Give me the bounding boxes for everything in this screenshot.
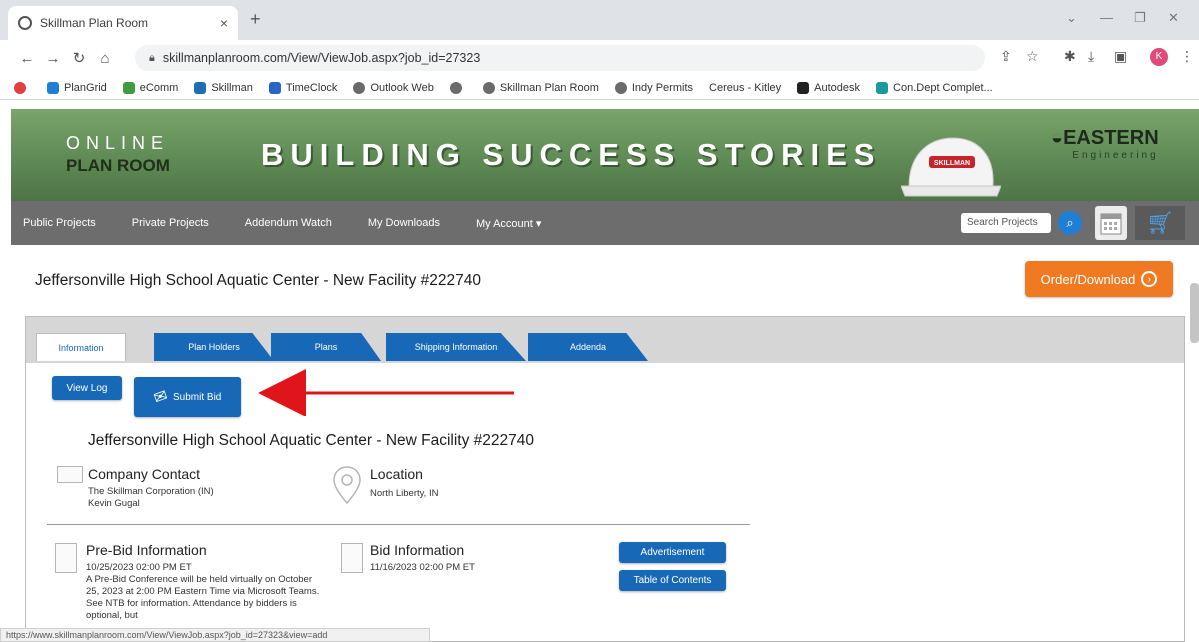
eastern-engineering-logo: ◒EASTERN Engineering [1051, 127, 1159, 161]
restore-button[interactable]: ❐ [1134, 10, 1146, 26]
bookmark-globe[interactable] [449, 81, 467, 94]
advertisement-button[interactable]: Advertisement [619, 542, 726, 563]
nav-my-account[interactable]: My Account ▾ [476, 217, 541, 230]
section-divider [47, 524, 750, 525]
bookmark-outlook-web[interactable]: Outlook Web [353, 81, 434, 94]
search-icon[interactable]: ⌕ [1058, 211, 1082, 235]
browser-toolbar: ← → ↻ ⌂ 🔒︎ skillmanplanroom.com/View/Vie… [0, 40, 1199, 76]
document-icon [341, 543, 363, 573]
location-pin-icon [333, 466, 361, 505]
autodesk-icon [797, 81, 810, 94]
con-dept-icon [876, 81, 889, 94]
hard-hat-icon: SKILLMAN [901, 137, 1001, 197]
calendar-icon[interactable] [1095, 206, 1127, 240]
bookmark-cereus-kitley[interactable]: Cereus - Kitley [709, 82, 781, 94]
globe-icon [449, 81, 462, 94]
online-plan-room-logo[interactable]: ONLINE PLAN ROOM [66, 133, 170, 176]
address-bar[interactable]: 🔒︎ skillmanplanroom.com/View/ViewJob.asp… [135, 45, 985, 71]
banner-slogan: BUILDING SUCCESS STORIES [261, 137, 882, 172]
plangrid-icon [47, 81, 59, 94]
apps-icon[interactable] [14, 81, 31, 94]
profile-avatar[interactable]: K [1150, 48, 1168, 66]
pre-bid-heading: Pre-Bid Information [86, 542, 207, 558]
pre-bid-description: A Pre-Bid Conference will be held virtua… [86, 574, 320, 621]
bookmark-skillman-plan-room[interactable]: Skillman Plan Room [482, 81, 599, 94]
tab-title: Skillman Plan Room [40, 16, 149, 30]
menu-icon[interactable]: ⋮ [1180, 48, 1194, 65]
back-icon[interactable]: ← [14, 50, 40, 67]
location-value: North Liberty, IN [370, 488, 439, 499]
side-panel-icon[interactable]: ▣ [1114, 48, 1127, 65]
ecomm-icon [122, 81, 135, 94]
page-scrollbar[interactable] [1190, 283, 1199, 343]
nav-my-downloads[interactable]: My Downloads [368, 217, 440, 229]
tab-information[interactable]: Information [36, 333, 126, 361]
svg-text:SKILLMAN: SKILLMAN [934, 160, 970, 167]
globe-icon [614, 81, 627, 94]
site-nav: Public Projects Private Projects Addendu… [11, 201, 1199, 245]
bookmark-star-icon[interactable]: ☆ [1026, 48, 1039, 65]
address-url: skillmanplanroom.com/View/ViewJob.aspx?j… [162, 51, 481, 65]
site-banner: ONLINE PLAN ROOM BUILDING SUCCESS STORIE… [11, 109, 1199, 201]
project-subtitle: Jeffersonville High School Aquatic Cente… [88, 432, 535, 449]
cart-icon[interactable]: 🛒︎ [1135, 206, 1185, 240]
search-projects-input[interactable]: Search Projects [961, 213, 1051, 233]
view-log-button[interactable]: View Log [52, 376, 122, 400]
contact-card-icon [57, 466, 83, 483]
bookmark-ecomm[interactable]: eComm [122, 81, 178, 94]
bid-info-heading: Bid Information [370, 542, 465, 558]
pre-bid-date: 10/25/2023 02:00 PM ET [86, 562, 192, 573]
browser-tab[interactable]: Skillman Plan Room × [8, 6, 238, 40]
company-contact-heading: Company Contact [88, 466, 201, 482]
globe-icon [18, 16, 32, 30]
tab-close-button[interactable]: × [220, 15, 228, 31]
order-download-button[interactable]: Order/Download › [1025, 261, 1173, 297]
globe-icon [482, 81, 495, 94]
reload-icon[interactable]: ↻ [66, 49, 92, 67]
download-icon[interactable]: ⤓ [1088, 48, 1094, 65]
bookmark-timeclock[interactable]: TimeClock [268, 81, 337, 94]
page-title: Jeffersonville High School Aquatic Cente… [35, 272, 482, 289]
nav-public-projects[interactable]: Public Projects [23, 217, 96, 229]
nav-private-projects[interactable]: Private Projects [132, 217, 209, 229]
share-icon[interactable]: ⇪ [1000, 48, 1012, 65]
bookmarks-bar: PlanGrid eComm Skillman TimeClock Outloo… [0, 76, 1199, 100]
tab-search-icon[interactable]: ⌄ [1066, 10, 1077, 26]
status-bar-url: https://www.skillmanplanroom.com/View/Vi… [0, 628, 430, 642]
globe-icon [353, 81, 366, 94]
lock-icon: 🔒︎ [149, 51, 155, 64]
location-heading: Location [370, 466, 423, 482]
paper-plane-icon: ✉︎ [151, 387, 170, 408]
chevron-right-icon: › [1141, 271, 1158, 287]
browser-tab-strip: Skillman Plan Room × + ⌄ — ❐ ✕ [0, 0, 1199, 40]
document-icon [55, 543, 77, 573]
close-window-button[interactable]: ✕ [1168, 10, 1179, 26]
new-tab-button[interactable]: + [250, 9, 261, 30]
home-icon[interactable]: ⌂ [92, 50, 118, 67]
timeclock-icon [268, 81, 281, 94]
forward-icon[interactable]: → [40, 50, 66, 67]
skillman-icon [194, 81, 207, 94]
minimize-button[interactable]: — [1100, 10, 1113, 25]
company-contact-name: The Skillman Corporation (IN) [88, 486, 214, 497]
bid-date: 11/16/2023 02:00 PM ET [370, 562, 475, 573]
bookmark-autodesk[interactable]: Autodesk [797, 81, 860, 94]
bookmark-con-dept[interactable]: Con.Dept Complet... [876, 81, 993, 94]
nav-addendum-watch[interactable]: Addendum Watch [245, 217, 332, 229]
red-arrow-annotation [258, 369, 514, 416]
bookmark-indy-permits[interactable]: Indy Permits [614, 81, 693, 94]
submit-bid-button[interactable]: ✉︎ Submit Bid [134, 377, 241, 417]
eastern-swoosh-icon: ◒ [1051, 127, 1064, 149]
company-contact-person: Kevin Gugal [88, 498, 140, 509]
extensions-icon[interactable]: ✱ [1064, 48, 1076, 65]
table-of-contents-button[interactable]: Table of Contents [619, 570, 726, 591]
bookmark-skillman[interactable]: Skillman [194, 81, 253, 94]
bookmark-plangrid[interactable]: PlanGrid [47, 81, 107, 94]
